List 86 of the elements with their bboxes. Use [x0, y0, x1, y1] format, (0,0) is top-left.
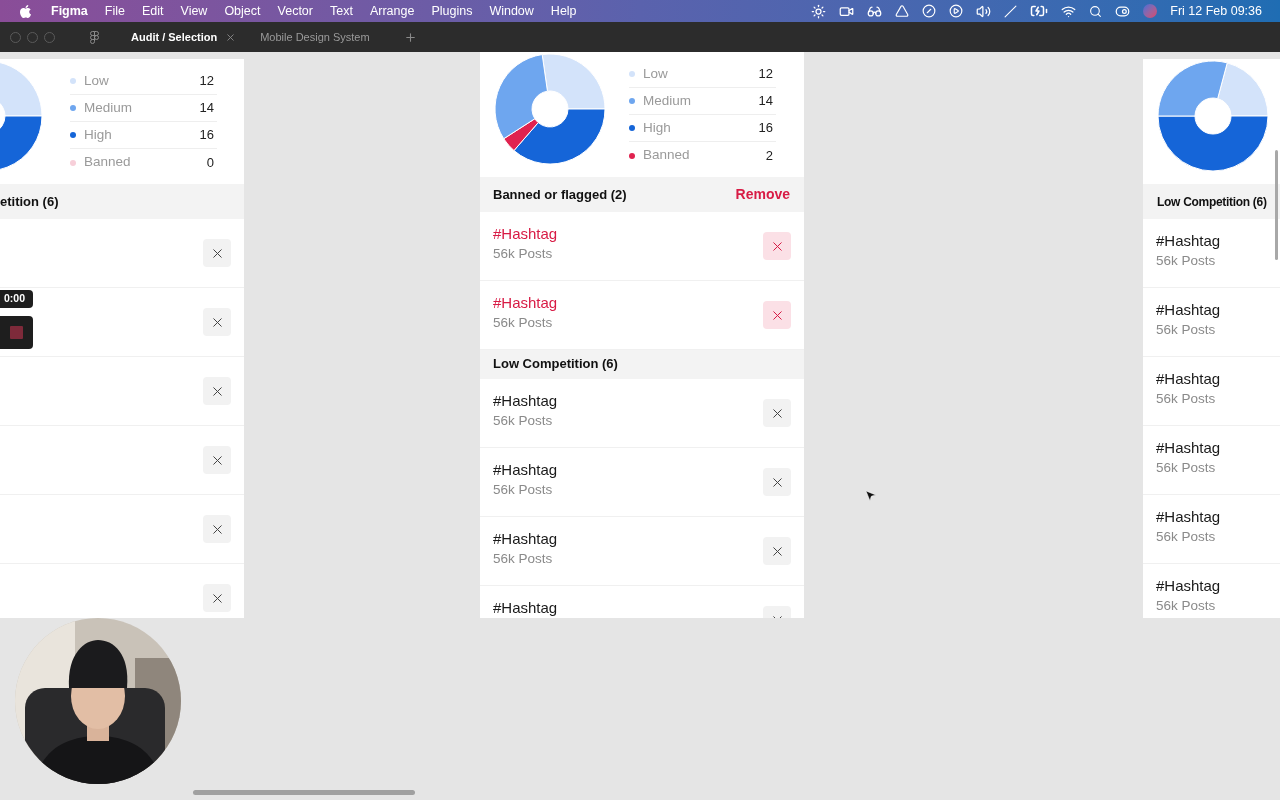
legend-label: High [643, 118, 672, 137]
remove-button[interactable] [203, 584, 231, 612]
menu-item[interactable]: Text [329, 1, 353, 21]
remove-button[interactable] [763, 301, 791, 329]
hashtag-name: #Hashtag [1156, 369, 1222, 389]
legend-count: 0 [206, 153, 215, 172]
post-count: 56k Posts [493, 412, 554, 430]
apple-icon[interactable] [18, 3, 33, 19]
figma-logo-icon[interactable] [90, 30, 99, 44]
timer-badge: 0:00 [0, 290, 33, 308]
add-tab-icon[interactable] [403, 30, 417, 44]
hashtag-name: #Hashtag [493, 293, 559, 313]
menu-item[interactable]: View [180, 1, 208, 21]
menu-item[interactable]: Plugins [431, 1, 473, 21]
post-count: 56k Posts [1156, 252, 1217, 270]
legend-count: 14 [199, 99, 215, 118]
post-count: 56k Posts [1156, 597, 1217, 615]
post-count: 56k Posts [493, 550, 554, 568]
menu-item[interactable]: Object [224, 1, 261, 21]
hashtag-name: #Hashtag [1156, 438, 1222, 458]
hashtag-name: #Hashtag [493, 598, 559, 618]
remove-button[interactable] [763, 232, 791, 260]
legend-count: 16 [199, 126, 215, 145]
menu-item[interactable]: Help [550, 1, 577, 21]
post-count: 56k Posts [493, 245, 554, 263]
remove-button[interactable] [203, 515, 231, 543]
legend-count: 2 [765, 146, 774, 165]
horizontal-scrollbar[interactable] [193, 790, 415, 795]
legend-count: 12 [199, 72, 215, 91]
legend-label: Low [84, 71, 110, 90]
legend-count: 12 [758, 65, 774, 84]
hashtag-name: #Hashtag [493, 224, 559, 244]
post-count: 56k Posts [1156, 390, 1217, 408]
remove-all-link[interactable]: Remove [735, 184, 790, 205]
legend-label: Banned [84, 153, 132, 172]
legend-label: Low [643, 64, 669, 83]
play-icon[interactable] [949, 4, 964, 18]
remove-button[interactable] [203, 308, 231, 336]
remove-button[interactable] [763, 537, 791, 565]
hashtag-name: #Hashtag [1156, 231, 1222, 251]
remove-button[interactable] [763, 468, 791, 496]
legend-count: 16 [758, 119, 774, 138]
remove-button[interactable] [203, 446, 231, 474]
stop-button[interactable] [0, 316, 33, 349]
section-title: etition (6) [0, 192, 60, 211]
section-title: Low Competition (6) [493, 354, 619, 373]
post-count: 56k Posts [1156, 459, 1217, 477]
menu-item[interactable]: Window [489, 1, 534, 21]
stop-icon [10, 326, 23, 339]
section-title: Banned or flagged (2) [493, 185, 628, 204]
remove-button[interactable] [203, 239, 231, 267]
triangle-icon[interactable] [895, 4, 910, 18]
menu-item[interactable]: File [104, 1, 125, 21]
app-menu[interactable]: Figma [51, 1, 88, 21]
vertical-scrollbar[interactable] [1275, 150, 1278, 260]
menu-item[interactable]: Arrange [369, 1, 415, 21]
section-title: Low Competition (6) [1157, 193, 1268, 211]
search-icon[interactable] [1089, 4, 1103, 18]
clock[interactable]: Fri 12 Feb 09:36 [1170, 1, 1262, 21]
hashtag-name: #Hashtag [1156, 576, 1222, 596]
legend-count: 14 [758, 92, 774, 111]
legend-label: Medium [84, 98, 133, 117]
legend-label: High [84, 125, 113, 144]
post-count: 56k Posts [493, 481, 554, 499]
post-count: 56k Posts [493, 314, 554, 332]
menu-item[interactable]: Edit [141, 1, 164, 21]
remove-button[interactable] [203, 377, 231, 405]
cursor-icon [864, 489, 877, 502]
hashtag-name: #Hashtag [493, 529, 559, 549]
legend-label: Banned [643, 146, 691, 165]
circle-icon[interactable] [922, 4, 937, 18]
hashtag-name: #Hashtag [493, 391, 559, 411]
brightness-icon[interactable] [811, 3, 827, 19]
hashtag-name: #Hashtag [1156, 300, 1222, 320]
wifi-icon[interactable] [1061, 3, 1077, 19]
hashtag-name: #Hashtag [1156, 507, 1222, 527]
slash-icon[interactable] [1004, 4, 1018, 18]
post-count: 56k Posts [1156, 528, 1217, 546]
remove-button[interactable] [763, 399, 791, 427]
hashtag-name: #Hashtag [493, 460, 559, 480]
post-count: 56k Posts [1156, 321, 1217, 339]
legend-label: Medium [643, 91, 692, 110]
volume-icon[interactable] [976, 3, 992, 19]
control-center-icon[interactable] [1115, 3, 1131, 19]
close-tab-icon[interactable] [225, 31, 237, 43]
menu-item[interactable]: Vector [277, 1, 313, 21]
